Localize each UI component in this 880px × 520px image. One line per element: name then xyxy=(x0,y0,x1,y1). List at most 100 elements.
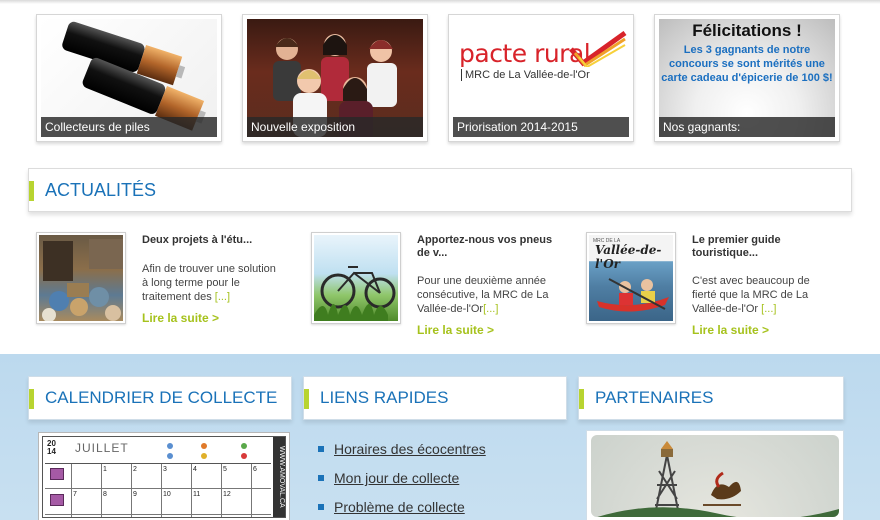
day-number: 9 xyxy=(133,491,137,498)
accent-bar xyxy=(29,389,34,409)
tile-caption: Collecteurs de piles xyxy=(41,117,217,137)
news-excerpt: C'est avec beaucoup de fierté que la MRC… xyxy=(692,274,832,316)
news-title[interactable]: Le premier guide touristique... xyxy=(692,234,832,260)
batteries-image: Collecteurs de piles xyxy=(41,19,217,137)
calendar-month: JUILLET xyxy=(75,441,129,455)
pacte-rural-logo: pacte rural MRC de La Vallée-de-l'Or Pri… xyxy=(453,19,629,137)
accent-bar xyxy=(579,389,584,409)
news-item: Deux projets à l'étu... Afin de trouver … xyxy=(36,232,286,342)
partner-banner[interactable] xyxy=(586,430,844,520)
partenaires-title: PARTENAIRES xyxy=(595,388,714,407)
tile-caption: Nouvelle exposition xyxy=(247,117,423,137)
felicitations-headline: Félicitations ! xyxy=(692,21,802,40)
day-number: 1 xyxy=(103,466,107,473)
tile-gagnants[interactable]: Félicitations ! Les 3 gagnants de notre … xyxy=(654,14,840,142)
top-divider xyxy=(0,0,880,4)
quick-link[interactable]: Mon jour de collecte xyxy=(318,469,538,489)
quick-link-label[interactable]: Mon jour de collecte xyxy=(334,470,459,486)
grid-line xyxy=(71,464,72,517)
day-number: 11 xyxy=(193,491,201,498)
grid-line xyxy=(191,464,192,517)
day-number: 7 xyxy=(73,491,77,498)
grid-line xyxy=(251,464,252,517)
calendar-grid: 1 2 3 4 5 6 7 8 9 10 11 12 xyxy=(45,463,271,517)
legend-green-icon xyxy=(241,443,247,449)
actualites-title: ACTUALITÉS xyxy=(45,180,157,200)
news-ellipsis[interactable]: [...] xyxy=(215,291,230,303)
legend-organic-icon xyxy=(201,443,207,449)
news-excerpt: Pour une deuxième année consécutive, la … xyxy=(417,274,557,316)
bullet-icon xyxy=(318,504,324,510)
day-number: 12 xyxy=(223,491,231,498)
liens-title: LIENS RAPIDES xyxy=(320,388,449,407)
news-excerpt-text: C'est avec beaucoup de fierté que la MRC… xyxy=(692,275,810,315)
calendar-year: 20 14 xyxy=(47,440,56,456)
grid-line xyxy=(131,464,132,517)
news-ellipsis[interactable]: [...] xyxy=(483,303,498,315)
tile-priorisation[interactable]: pacte rural MRC de La Vallée-de-l'Or Pri… xyxy=(448,14,634,142)
day-number: 10 xyxy=(163,491,171,498)
pacte-rural-subtitle: MRC de La Vallée-de-l'Or xyxy=(461,69,590,81)
day-number: 8 xyxy=(103,491,107,498)
winners-message: Les 3 gagnants de notre concours se sont… xyxy=(661,44,833,84)
feature-tiles: Collecteurs de piles Nouvelle exposition… xyxy=(36,14,846,144)
calendrier-title: CALENDRIER DE COLLECTE xyxy=(45,388,278,407)
read-more-link[interactable]: Lire la suite > xyxy=(142,311,219,325)
calendar-legend xyxy=(161,439,281,461)
grid-line xyxy=(161,464,162,517)
news-item: MRC DE LA Vallée-de-l'Or Le premier guid… xyxy=(586,232,836,342)
legend-hazard-icon xyxy=(201,453,207,459)
grid-line xyxy=(101,464,102,517)
calendar-sheet: 20 14 JUILLET WWW.AMOVAL.CA 1 2 3 4 5 6 … xyxy=(42,436,286,518)
read-more-link[interactable]: Lire la suite > xyxy=(417,323,494,337)
news-excerpt: Afin de trouver une solution à long term… xyxy=(142,262,282,304)
bullet-icon xyxy=(318,446,324,452)
day-number: 5 xyxy=(223,466,227,473)
calendar-year-bottom: 14 xyxy=(47,447,56,456)
group-photo: Nouvelle exposition xyxy=(247,19,423,137)
collection-calendar[interactable]: 20 14 JUILLET WWW.AMOVAL.CA 1 2 3 4 5 6 … xyxy=(38,432,290,520)
winners-banner: Félicitations ! Les 3 gagnants de notre … xyxy=(659,19,835,137)
news-title[interactable]: Deux projets à l'étu... xyxy=(142,234,282,247)
accent-bar xyxy=(29,181,34,201)
partner-image xyxy=(591,435,839,517)
collection-type-icon xyxy=(50,468,64,480)
read-more-link[interactable]: Lire la suite > xyxy=(692,323,769,337)
news-thumbnail[interactable] xyxy=(311,232,401,324)
partenaires-header: PARTENAIRES xyxy=(578,376,844,420)
legend-no-collect-icon xyxy=(241,453,247,459)
legend-recycling-icon xyxy=(167,443,173,449)
legend-bulky-icon xyxy=(167,453,173,459)
grid-line xyxy=(45,514,271,515)
grid-line xyxy=(45,488,271,489)
news-excerpt-text: Afin de trouver une solution à long term… xyxy=(142,263,276,303)
tile-collecteurs[interactable]: Collecteurs de piles xyxy=(36,14,222,142)
actualites-header: ACTUALITÉS xyxy=(28,168,852,212)
bullet-icon xyxy=(318,475,324,481)
quick-link[interactable]: Problème de collecte xyxy=(318,498,538,518)
day-number: 2 xyxy=(133,466,137,473)
accent-bar xyxy=(304,389,309,409)
calendar-website: WWW.AMOVAL.CA xyxy=(273,437,285,517)
news-title[interactable]: Apportez-nous vos pneus de v... xyxy=(417,234,557,260)
tourist-guide-cover: MRC DE LA Vallée-de-l'Or xyxy=(589,235,673,321)
quick-link-label[interactable]: Horaires des écocentres xyxy=(334,441,486,457)
news-thumbnail[interactable] xyxy=(36,232,126,324)
quick-link[interactable]: Horaires des écocentres xyxy=(318,440,538,460)
tile-exposition[interactable]: Nouvelle exposition xyxy=(242,14,428,142)
news-ellipsis[interactable]: [...] xyxy=(761,303,776,315)
collection-type-icon xyxy=(50,494,64,506)
day-number: 3 xyxy=(163,466,167,473)
quick-link-label[interactable]: Problème de collecte xyxy=(334,499,465,515)
checkmark-logo-icon xyxy=(569,31,627,67)
grid-line xyxy=(221,464,222,517)
day-number: 4 xyxy=(193,466,197,473)
tile-caption: Priorisation 2014-2015 xyxy=(453,117,629,137)
bicycle-photo xyxy=(314,235,398,321)
liens-header: LIENS RAPIDES xyxy=(303,376,567,420)
news-item: Apportez-nous vos pneus de v... Pour une… xyxy=(311,232,561,342)
tile-caption: Nos gagnants: xyxy=(659,117,835,137)
day-number: 6 xyxy=(253,466,257,473)
calendrier-header: CALENDRIER DE COLLECTE xyxy=(28,376,292,420)
news-thumbnail[interactable]: MRC DE LA Vallée-de-l'Or xyxy=(586,232,676,324)
